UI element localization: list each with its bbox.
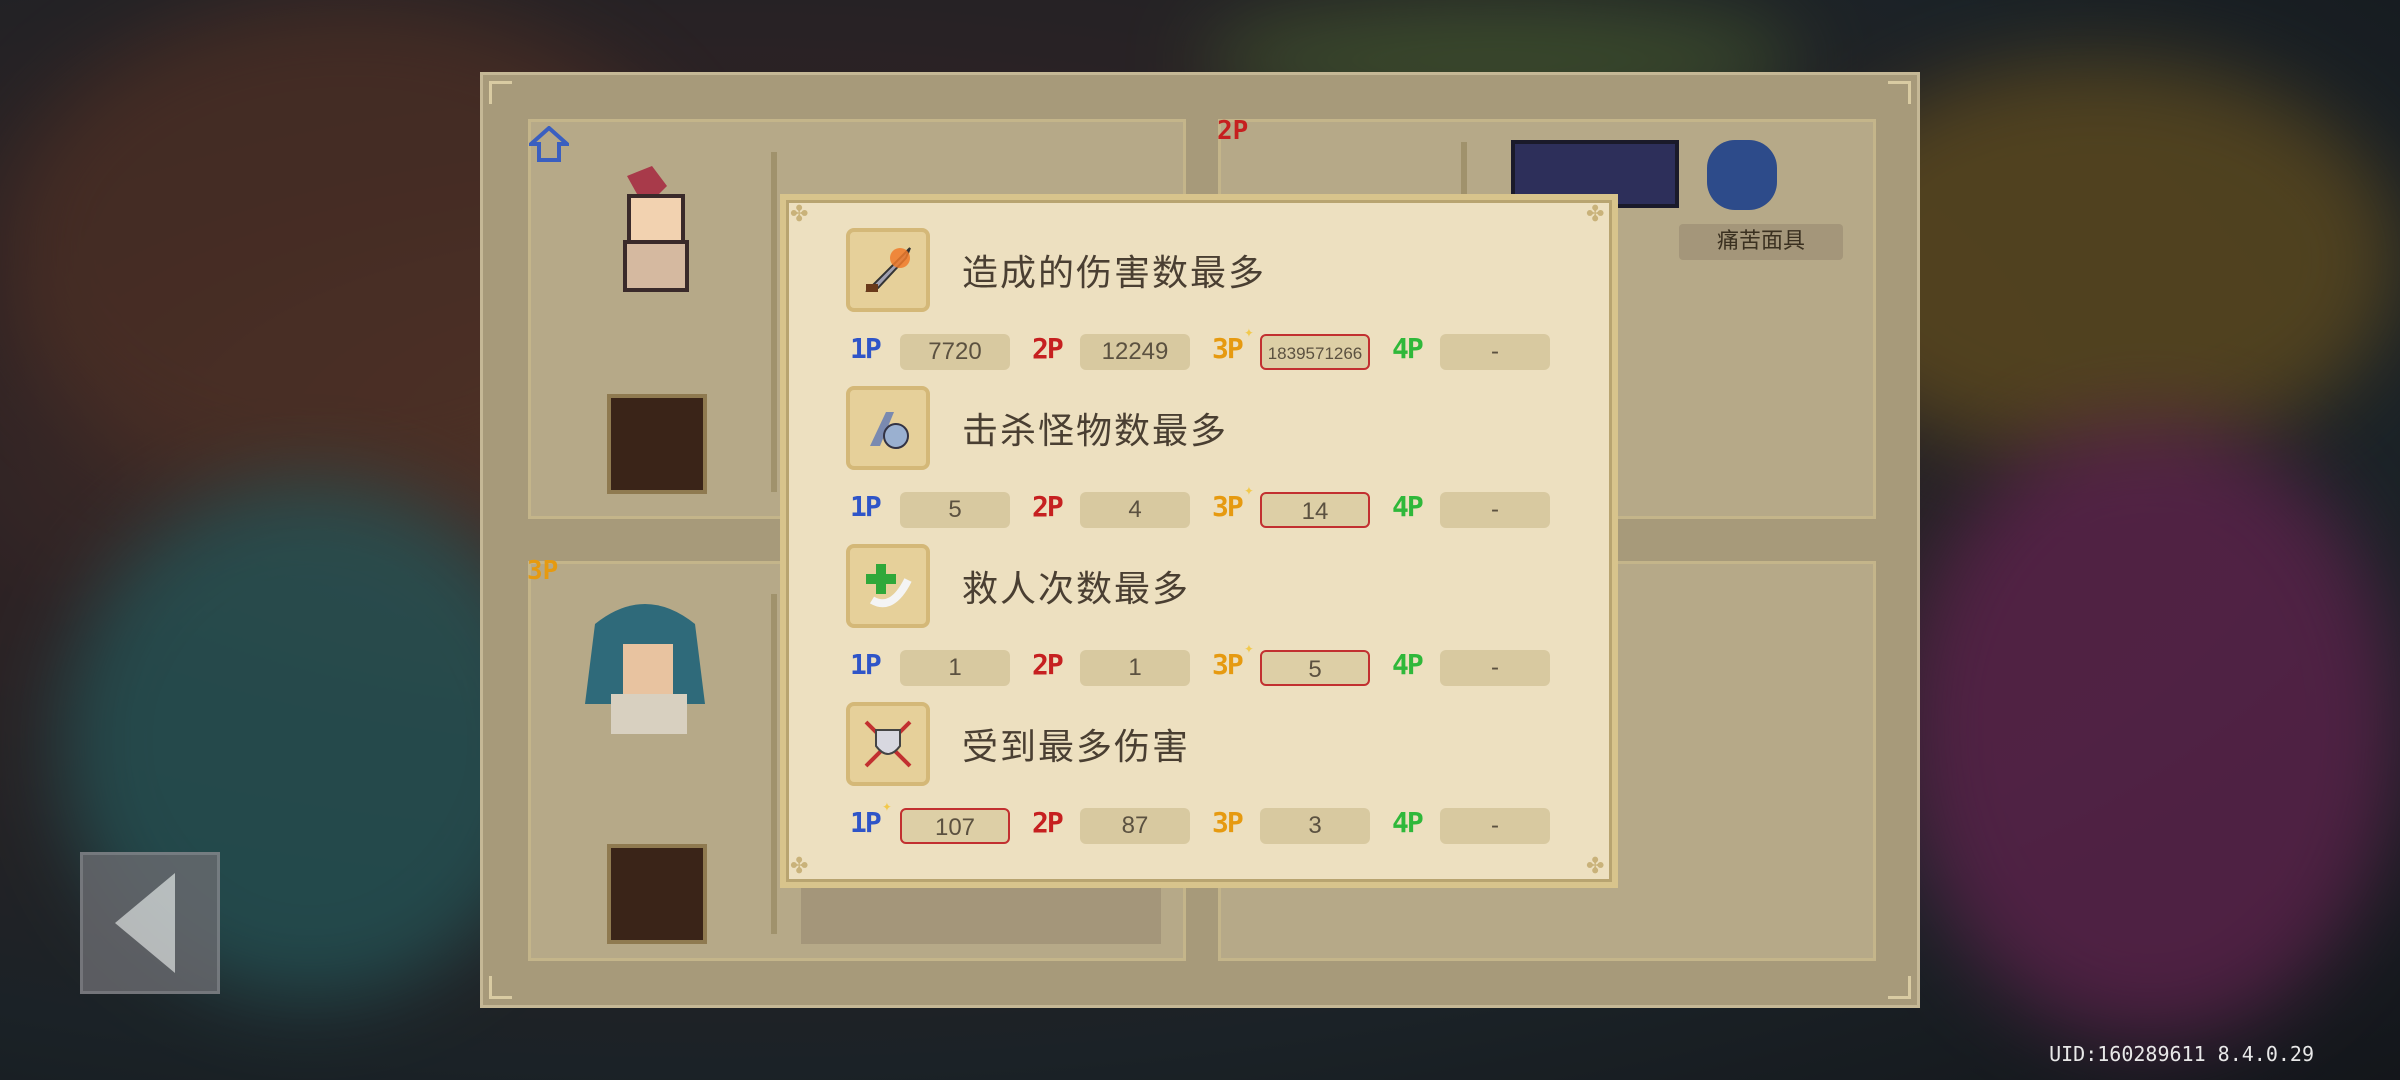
stat-value-4p: -	[1440, 650, 1550, 686]
stat-value-2p: 1	[1080, 650, 1190, 686]
corner-ornament: ✤	[790, 202, 809, 227]
home-arrow-icon	[529, 126, 569, 162]
crown-icon: ✦	[1244, 638, 1254, 657]
player-tag-2p: 2P	[1032, 490, 1064, 523]
corner-ornament	[1888, 976, 1911, 999]
stat-values-row: 1P 5 2P 4 3P ✦ 14 4P -	[850, 480, 1570, 530]
card-divider	[771, 152, 777, 492]
corner-ornament	[1888, 81, 1911, 104]
player-tag-3p: 3P	[1212, 806, 1244, 839]
stat-value-2p: 12249	[1080, 334, 1190, 370]
player-tag-2p: 2P	[1032, 806, 1064, 839]
player-label-2p: 2P	[1217, 116, 1249, 146]
monster-kill-icon	[846, 386, 930, 470]
pain-mask-icon	[1707, 140, 1777, 210]
stat-value-1p: 7720	[900, 334, 1010, 370]
stat-value-1p: 107	[900, 808, 1010, 844]
stat-value-3p: 14	[1260, 492, 1370, 528]
stat-title: 造成的伤害数最多	[962, 253, 1267, 294]
heal-plus-icon	[846, 544, 930, 628]
card-divider	[771, 594, 777, 934]
stat-value-2p: 4	[1080, 492, 1190, 528]
stat-values-row: 1P 1 2P 1 3P ✦ 5 4P -	[850, 638, 1570, 688]
player-tag-3p: 3P ✦	[1212, 638, 1254, 681]
shield-hit-icon	[846, 702, 930, 786]
crown-icon: ✦	[1244, 480, 1254, 499]
item-label: 痛苦面具	[1679, 224, 1843, 260]
buff-item-icon	[607, 394, 707, 494]
player-tag-4p: 4P	[1392, 806, 1424, 839]
player-tag-4p: 4P	[1392, 332, 1424, 365]
stat-value-3p: 3	[1260, 808, 1370, 844]
stat-values-row: 1P 7720 2P 12249 3P ✦ 1839571266 4P -	[850, 322, 1570, 372]
player-tag-1p: 1P	[850, 648, 882, 681]
crown-icon: ✦	[1244, 322, 1254, 341]
back-button[interactable]	[80, 852, 220, 994]
stat-title: 救人次数最多	[962, 569, 1191, 610]
stat-value-3p: 1839571266	[1260, 334, 1370, 370]
stat-values-row: 1P ✦ 107 2P 87 3P 3 4P -	[850, 796, 1570, 846]
stat-value-2p: 87	[1080, 808, 1190, 844]
player-tag-1p: 1P	[850, 490, 882, 523]
player-label-3p: 3P	[527, 556, 559, 586]
knight-character-icon	[623, 166, 689, 292]
player-tag-1p: 1P ✦	[850, 796, 892, 839]
skill-bar	[801, 884, 1161, 944]
player-tag-1p: 1P	[850, 332, 882, 365]
stat-title: 击杀怪物数最多	[962, 411, 1229, 452]
rogue-character-icon	[585, 604, 705, 734]
player-tag-3p: 3P ✦	[1212, 480, 1254, 523]
stat-value-4p: -	[1440, 492, 1550, 528]
corner-ornament: ✤	[1586, 202, 1605, 227]
stat-value-3p: 5	[1260, 650, 1370, 686]
player-tag-4p: 4P	[1392, 490, 1424, 523]
corner-ornament: ✤	[1586, 854, 1605, 879]
corner-ornament	[489, 976, 512, 999]
player-tag-2p: 2P	[1032, 648, 1064, 681]
stat-value-4p: -	[1440, 334, 1550, 370]
crown-icon: ✦	[882, 796, 892, 815]
uid-version-label: UID:160289611 8.4.0.29	[2049, 1042, 2314, 1066]
back-arrow-icon	[115, 873, 175, 973]
stat-value-4p: -	[1440, 808, 1550, 844]
stat-value-1p: 5	[900, 492, 1010, 528]
player-tag-2p: 2P	[1032, 332, 1064, 365]
stat-value-1p: 1	[900, 650, 1010, 686]
player-tag-3p: 3P ✦	[1212, 322, 1254, 365]
corner-ornament: ✤	[790, 854, 809, 879]
buff-item-icon	[607, 844, 707, 944]
corner-ornament	[489, 81, 512, 104]
stats-modal[interactable]: ✤ ✤ ✤ ✤ 造成的伤害数最多 1P 7720 2P 12249 3P ✦ 18…	[780, 194, 1618, 888]
stat-title: 受到最多伤害	[962, 727, 1191, 768]
player-tag-4p: 4P	[1392, 648, 1424, 681]
flaming-sword-icon	[846, 228, 930, 312]
